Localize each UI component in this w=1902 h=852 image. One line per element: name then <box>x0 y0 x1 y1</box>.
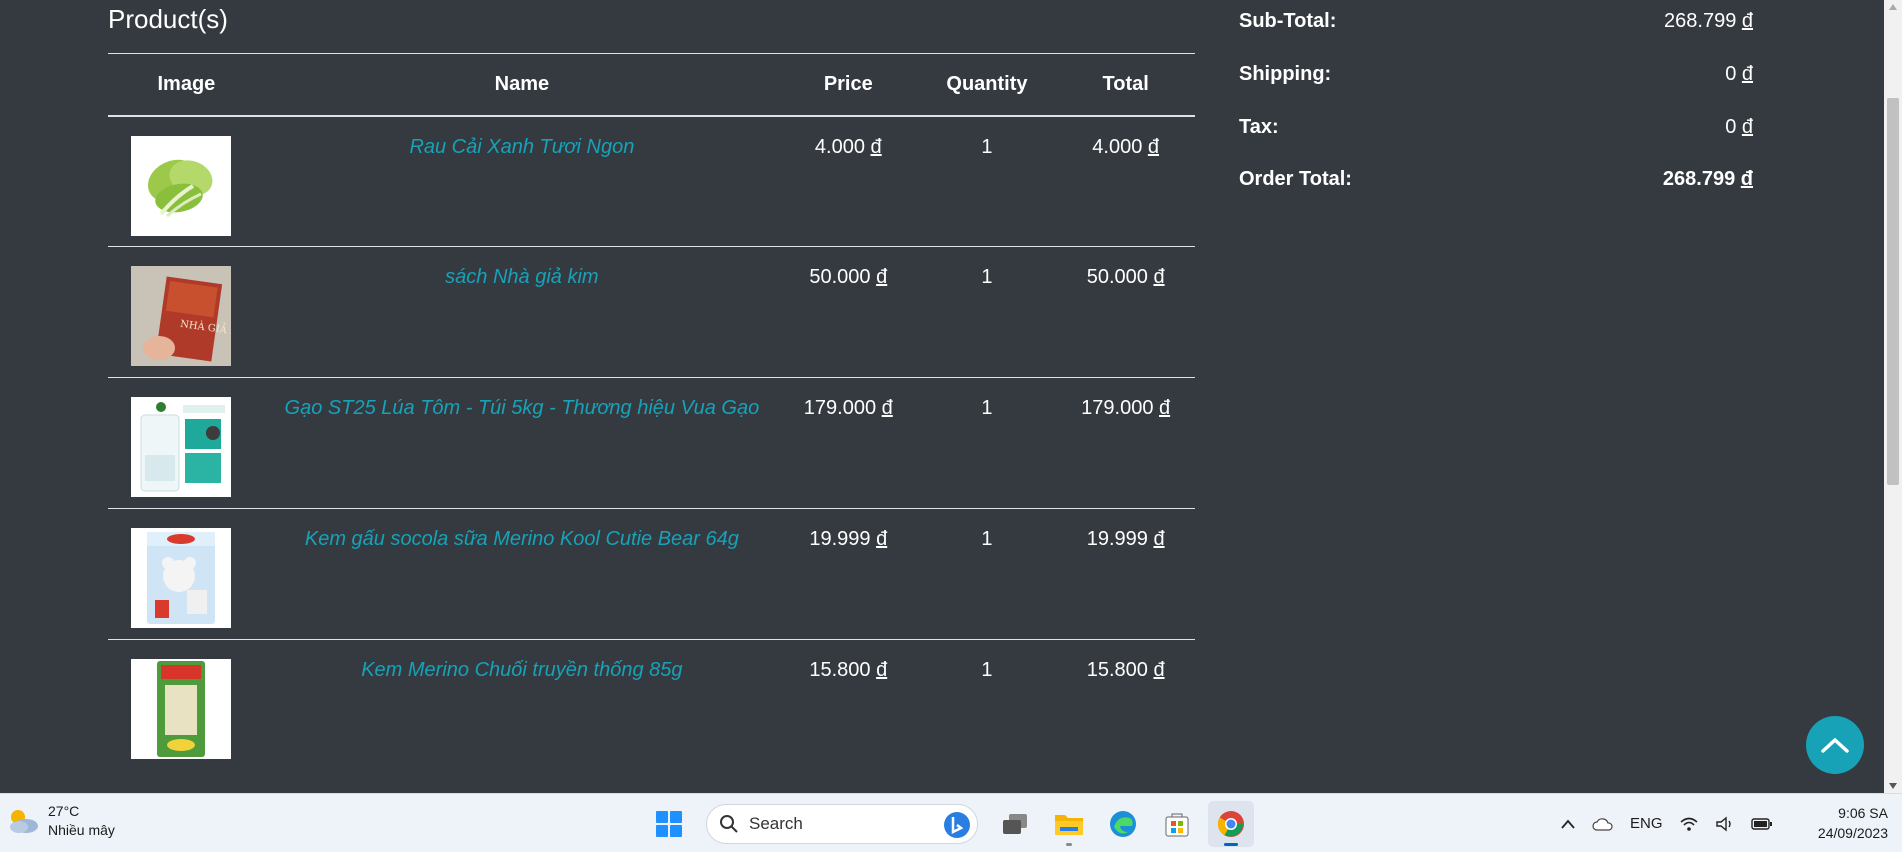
column-header-quantity: Quantity <box>946 72 1028 95</box>
product-price: 19.999 đ <box>809 528 888 550</box>
bing-chat-icon[interactable] <box>943 811 971 839</box>
product-total: 19.999 đ <box>1086 528 1165 550</box>
product-price: 4.000 đ <box>814 135 882 158</box>
vertical-scrollbar[interactable] <box>1884 0 1902 793</box>
column-header-image: Image <box>157 72 216 95</box>
weather-widget[interactable]: 27°C Nhiều mây <box>6 802 115 840</box>
bok-choy-image[interactable] <box>131 135 231 236</box>
product-quantity: 1 <box>981 528 993 550</box>
product-total: 179.000 đ <box>1081 397 1171 419</box>
task-view-button[interactable] <box>992 801 1038 847</box>
store-button[interactable] <box>1154 801 1200 847</box>
scrollbar-thumb[interactable] <box>1887 98 1899 485</box>
taskbar-search[interactable]: Search <box>706 804 978 844</box>
clock-date: 24/09/2023 <box>1817 825 1888 841</box>
product-quantity: 1 <box>981 659 993 681</box>
product-name-link[interactable]: Gạo ST25 Lúa Tôm - Túi 5kg - Thương hiệu… <box>285 397 760 419</box>
tax-label: Tax: <box>1239 116 1279 138</box>
weather-description: Nhiều mây <box>48 822 115 838</box>
column-header-price: Price <box>823 72 873 95</box>
order-total-value: 268.799 đ <box>1662 168 1753 190</box>
tax-row: Tax: 0 đ <box>1239 116 1753 146</box>
table-row: Kem gấu socola sữa Merino Kool Cutie Bea… <box>108 509 1195 640</box>
product-total: 15.800 đ <box>1086 659 1165 681</box>
taskbar-apps: Search <box>646 801 1254 847</box>
products-heading: Product(s) <box>108 4 228 34</box>
product-name-link[interactable]: Kem Merino Chuối truyền thống 85g <box>361 659 682 681</box>
product-image-cell <box>108 640 265 771</box>
clock-time: 9:06 SA <box>1838 805 1888 821</box>
product-name-link[interactable]: Kem gấu socola sữa Merino Kool Cutie Bea… <box>305 528 739 550</box>
sub-total-value: 268.799 đ <box>1664 10 1753 32</box>
column-header-name: Name <box>494 72 550 95</box>
cart-table: Image Name Price Quantity Total Rau Cải … <box>108 53 1195 771</box>
page-viewport: Product(s) Image Name Price Quantity Tot… <box>0 0 1884 793</box>
system-tray: ENG <box>1560 794 1773 852</box>
order-total-row: Order Total: 268.799 đ <box>1239 168 1753 198</box>
onedrive-cloud-icon[interactable] <box>1592 817 1614 831</box>
product-price: 15.800 đ <box>809 659 888 681</box>
search-icon <box>720 815 738 833</box>
product-quantity: 1 <box>981 135 993 158</box>
product-price: 50.000 đ <box>809 266 888 288</box>
product-name-link[interactable]: Rau Cải Xanh Tươi Ngon <box>409 136 634 158</box>
chrome-icon <box>1217 811 1244 837</box>
edge-browser-button[interactable] <box>1100 801 1146 847</box>
shipping-value: 0 đ <box>1725 63 1753 85</box>
banana-ice-cream-image[interactable] <box>131 659 231 759</box>
product-total: 4.000 đ <box>1092 135 1160 158</box>
windows-taskbar: 27°C Nhiều mây Search ENG 9:06 SA 24/09/… <box>0 793 1902 852</box>
product-total: 50.000 đ <box>1086 266 1165 288</box>
table-row: Gạo ST25 Lúa Tôm - Túi 5kg - Thương hiệu… <box>108 378 1195 509</box>
scroll-up-arrow-icon[interactable] <box>1889 4 1897 10</box>
product-image-cell: NHÀ GIẢ KIM <box>108 247 265 378</box>
sub-total-label: Sub-Total: <box>1239 10 1337 32</box>
weather-temperature: 27°C <box>48 803 80 819</box>
product-image-cell <box>108 116 265 247</box>
shipping-row: Shipping: 0 đ <box>1239 63 1753 93</box>
product-image-cell <box>108 509 265 640</box>
store-icon <box>1165 813 1189 837</box>
windows-logo-icon <box>656 811 682 837</box>
chevron-up-icon <box>1821 738 1849 753</box>
shipping-label: Shipping: <box>1239 63 1332 85</box>
cloudy-weather-icon <box>10 810 38 833</box>
tax-value: 0 đ <box>1725 116 1753 138</box>
cart-table-header: Image Name Price Quantity Total <box>108 53 1195 116</box>
product-image-cell <box>108 378 265 509</box>
language-indicator[interactable]: ENG <box>1630 815 1663 832</box>
battery-icon[interactable] <box>1750 817 1773 831</box>
column-header-total: Total <box>1102 72 1149 95</box>
product-price: 179.000 đ <box>803 397 893 419</box>
taskbar-clock[interactable]: 9:06 SA 24/09/2023 <box>1792 803 1888 843</box>
table-row: Kem Merino Chuối truyền thống 85g 15.800… <box>108 640 1195 771</box>
ice-cream-bear-image[interactable] <box>131 528 231 628</box>
folder-icon <box>1055 815 1083 835</box>
table-row: NHÀ GIẢ KIM sách Nhà giả kim 50.000 đ 1 … <box>108 247 1195 378</box>
product-quantity: 1 <box>981 397 993 419</box>
volume-icon[interactable] <box>1715 816 1735 832</box>
start-button[interactable] <box>646 801 692 847</box>
product-quantity: 1 <box>981 266 993 288</box>
order-total-label: Order Total: <box>1239 168 1352 190</box>
chrome-button[interactable] <box>1208 801 1254 847</box>
table-row: Rau Cải Xanh Tươi Ngon 4.000 đ 1 4.000 đ <box>108 116 1195 247</box>
product-name-link[interactable]: sách Nhà giả kim <box>445 266 598 288</box>
task-view-icon <box>1003 814 1027 834</box>
back-to-top-button[interactable] <box>1806 716 1864 774</box>
file-explorer-button[interactable] <box>1046 801 1092 847</box>
rice-bag-image[interactable] <box>131 397 231 497</box>
scroll-down-arrow-icon[interactable] <box>1889 783 1897 789</box>
sub-total-row: Sub-Total: 268.799 đ <box>1239 10 1753 40</box>
wifi-icon[interactable] <box>1679 816 1699 832</box>
search-placeholder: Search <box>749 814 803 833</box>
chevron-up-tray-icon[interactable] <box>1560 818 1576 830</box>
book-image[interactable]: NHÀ GIẢ KIM <box>131 266 231 366</box>
edge-icon <box>1110 811 1136 837</box>
